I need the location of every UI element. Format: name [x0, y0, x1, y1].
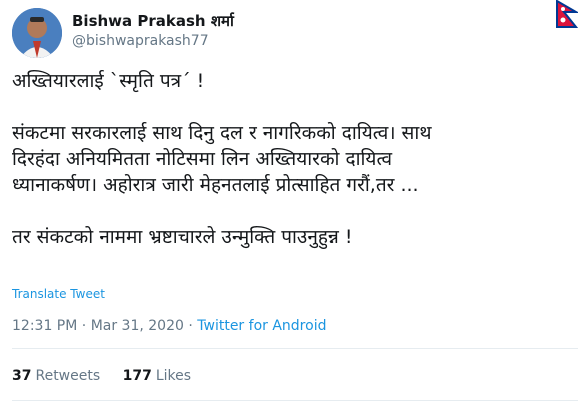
- nepal-flag-icon: [556, 0, 578, 32]
- meta-separator: ·: [183, 318, 198, 334]
- likes-count: 177: [122, 368, 152, 384]
- tweet-stats: 37 Retweets 177 Likes: [12, 368, 209, 384]
- author-handle[interactable]: @bishwaprakash77: [72, 33, 209, 49]
- divider: [12, 348, 578, 349]
- avatar-photo: [12, 8, 62, 58]
- tweet-text: अख्तियारलाई `स्मृति पत्र´ ! संकटमा सरकार…: [12, 70, 432, 248]
- avatar[interactable]: [12, 8, 62, 58]
- likes-label: Likes: [155, 368, 192, 384]
- retweets-count: 37: [12, 368, 32, 384]
- tweet-time[interactable]: 12:31 PM: [12, 318, 77, 334]
- tweet-date[interactable]: Mar 31, 2020: [91, 318, 184, 334]
- author-name[interactable]: Bishwa Prakash शर्मा: [72, 11, 234, 31]
- retweets-label: Retweets: [35, 368, 101, 384]
- tweet-source-link[interactable]: Twitter for Android: [197, 318, 326, 334]
- translate-tweet-link[interactable]: Translate Tweet: [12, 287, 105, 301]
- likes-stat[interactable]: 177 Likes: [123, 368, 191, 384]
- meta-separator: ·: [77, 318, 91, 334]
- tweet-meta: 12:31 PM · Mar 31, 2020 · Twitter for An…: [12, 318, 326, 334]
- retweets-stat[interactable]: 37 Retweets: [12, 368, 100, 384]
- divider: [12, 400, 578, 401]
